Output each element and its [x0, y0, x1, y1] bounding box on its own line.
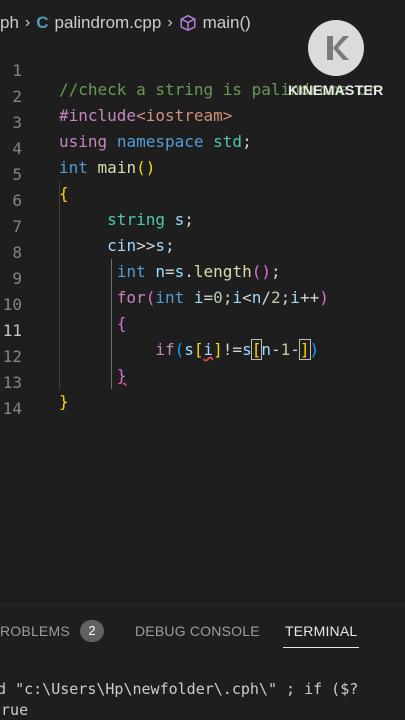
code-line: 12 }: [0, 325, 405, 385]
code-line: 9 for(int i=0;i<n/2;i++): [0, 247, 405, 307]
tab-debug-console[interactable]: DEBUG CONSOLE: [135, 623, 260, 639]
panel-tabs: ROBLEMS 2 DEBUG CONSOLE TERMINAL: [0, 614, 405, 650]
code-line: 7 cin>>s;: [0, 195, 405, 255]
problems-count-badge: 2: [80, 620, 104, 642]
cpp-file-icon: C: [36, 13, 49, 32]
code-line: 6 string s;: [0, 169, 405, 229]
breadcrumb-folder[interactable]: ph: [0, 13, 19, 33]
breadcrumb-file[interactable]: palindrom.cpp: [55, 13, 162, 33]
code-line: 14: [0, 377, 405, 418]
kinemaster-logo-icon: [308, 20, 364, 76]
breadcrumb-symbol[interactable]: main(): [203, 13, 251, 33]
tab-problems[interactable]: ROBLEMS: [0, 623, 70, 639]
panel-divider: [0, 604, 405, 605]
kinemaster-watermark: KINEMASTER: [288, 82, 384, 98]
active-tab-indicator: [283, 647, 359, 648]
chevron-right-icon: ›: [24, 14, 31, 31]
chevron-right-icon: ›: [167, 14, 173, 31]
code-line: 8 int n=s.length();: [0, 221, 405, 281]
kinemaster-k-icon: [327, 36, 349, 60]
code-line: 4 int main(): [0, 117, 405, 177]
terminal-line: true: [0, 701, 29, 719]
code-line-active: 11 if(s[i]!=s[n-1-]): [0, 299, 405, 360]
line-number: 14: [2, 399, 22, 418]
terminal-line: cd "c:\Users\Hp\newfolder\.cph\" ; if ($…: [0, 680, 359, 698]
code-line: 13 }: [0, 351, 405, 411]
code-line: 10 {: [0, 273, 405, 333]
tab-terminal[interactable]: TERMINAL: [285, 623, 357, 639]
cube-symbol-icon: [180, 14, 196, 32]
code-line: 5 {: [0, 143, 405, 203]
